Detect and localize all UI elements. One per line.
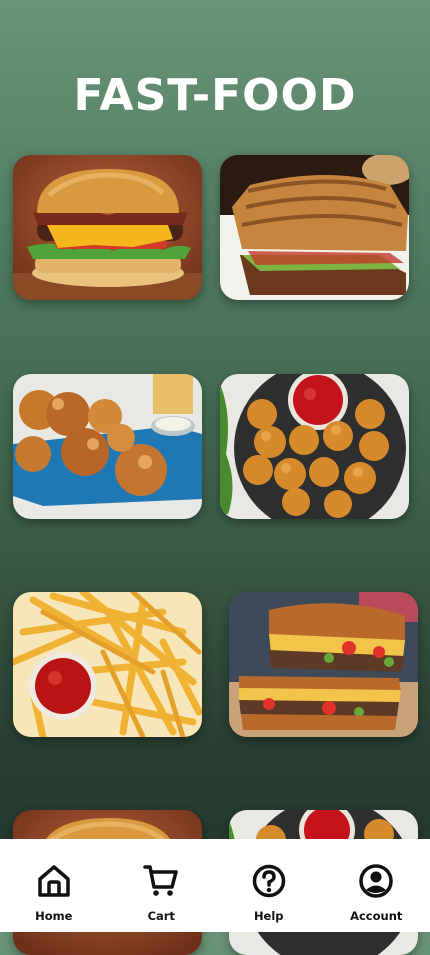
bottom-navigation: Home Cart Help Account [0,839,430,932]
menu-item-burger[interactable] [13,155,202,300]
chicken-nuggets-image [220,374,409,519]
french-fries-image [13,592,202,737]
menu-item-grilled-toast[interactable] [220,155,409,300]
nav-account[interactable]: Account [331,863,421,923]
burger-image [13,155,202,300]
help-icon [252,864,285,898]
nav-help[interactable]: Help [224,863,314,923]
grilled-toast-image [220,155,409,300]
menu-item-fried-chicken[interactable] [13,374,202,519]
menu-item-french-fries[interactable] [13,592,202,737]
nav-home[interactable]: Home [9,863,99,923]
patty-melt-image [229,592,418,737]
nav-home-label: Home [35,909,73,923]
nav-cart-label: Cart [147,909,175,923]
cart-icon [143,865,178,896]
nav-help-label: Help [253,909,284,923]
account-icon [359,864,393,898]
menu-item-chicken-nuggets[interactable] [220,374,409,519]
nav-cart[interactable]: Cart [116,863,206,923]
home-icon [38,865,70,897]
menu-item-patty-melt[interactable] [229,592,418,737]
page-title: FAST-FOOD [73,70,357,121]
fried-chicken-image [13,374,202,519]
nav-account-label: Account [350,909,403,923]
